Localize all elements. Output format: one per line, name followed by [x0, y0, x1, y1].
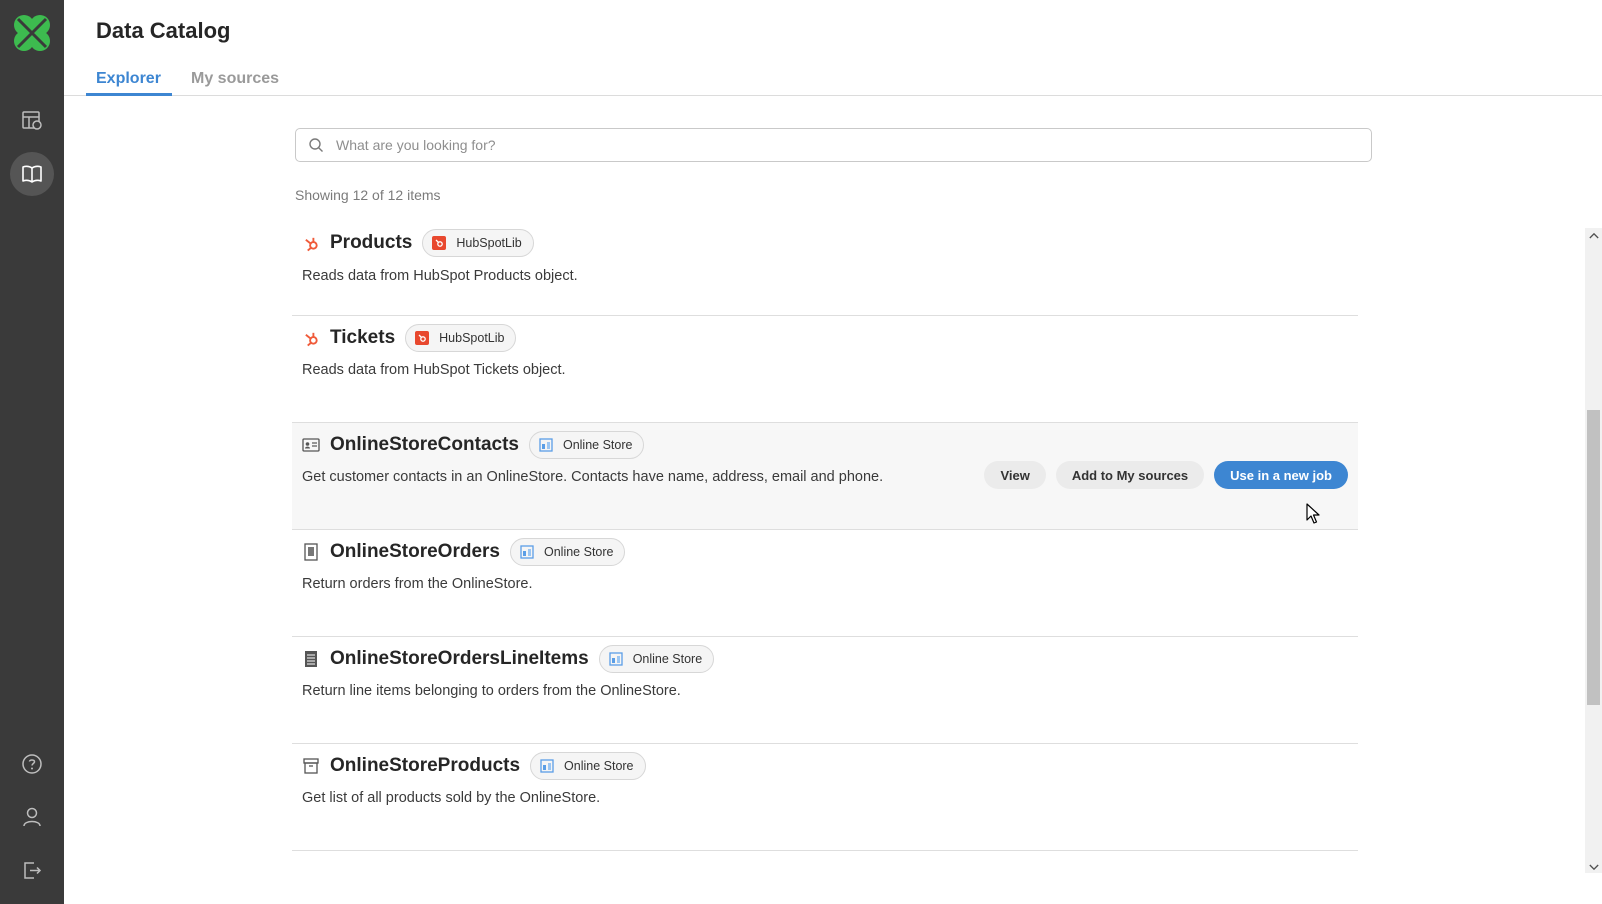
- view-button[interactable]: View: [984, 461, 1046, 489]
- help-icon: [22, 754, 42, 774]
- store-icon: [539, 438, 553, 452]
- box-icon: [302, 757, 320, 775]
- book-icon: [22, 165, 42, 183]
- list-item[interactable]: OnlineStoreProducts Online Store Get lis…: [292, 744, 1358, 851]
- chip-label: Online Store: [564, 759, 634, 773]
- list-item[interactable]: OnlineStoreOrders Online Store Return or…: [292, 530, 1358, 637]
- list-item[interactable]: Products HubSpotLib Reads data from HubS…: [292, 225, 1358, 316]
- item-description: Reads data from HubSpot Tickets object.: [302, 362, 566, 378]
- line-items-icon: [302, 650, 320, 668]
- chip-label: Online Store: [544, 545, 614, 559]
- tab-explorer[interactable]: Explorer: [96, 70, 161, 88]
- sidebar-item-help[interactable]: [10, 742, 54, 786]
- item-header: OnlineStoreContacts Online Store: [302, 430, 645, 460]
- item-actions: View Add to My sources Use in a new job: [984, 461, 1348, 489]
- scroll-down-icon[interactable]: [1587, 861, 1600, 873]
- active-tab-indicator: [86, 93, 172, 96]
- item-header: Tickets HubSpotLib: [302, 323, 517, 353]
- chip-label: HubSpotLib: [439, 331, 505, 345]
- page-title: Data Catalog: [96, 18, 231, 43]
- sidebar: [0, 0, 64, 904]
- item-header: Products HubSpotLib: [302, 228, 534, 258]
- item-name[interactable]: OnlineStoreProducts: [330, 755, 520, 777]
- page-header: Data Catalog Explorer My sources: [64, 0, 1602, 96]
- item-name[interactable]: OnlineStoreContacts: [330, 434, 519, 456]
- user-icon: [23, 807, 41, 827]
- source-chip[interactable]: Online Store: [510, 538, 626, 566]
- item-header: OnlineStoreOrdersLineItems Online Store: [302, 644, 715, 674]
- source-chip[interactable]: HubSpotLib: [422, 229, 534, 257]
- logout-icon: [24, 862, 42, 879]
- chip-label: Online Store: [562, 438, 633, 452]
- sidebar-item-data-catalog[interactable]: [10, 152, 54, 196]
- source-chip[interactable]: Online Store: [530, 752, 646, 780]
- contact-card-icon: [302, 436, 320, 454]
- item-description: Return orders from the OnlineStore.: [302, 576, 533, 592]
- app-window: Data Catalog Explorer My sources Showing…: [0, 0, 1602, 904]
- table-settings-icon: [22, 111, 42, 130]
- use-in-new-job-button[interactable]: Use in a new job: [1214, 461, 1348, 489]
- source-chip[interactable]: HubSpotLib: [405, 324, 517, 352]
- store-icon: [540, 759, 554, 773]
- hubspot-badge-icon: [415, 331, 430, 345]
- list-item[interactable]: OnlineStoreOrdersLineItems Online Store …: [292, 637, 1358, 744]
- list-item[interactable]: OnlineStoreContacts Online Store Get cus…: [292, 423, 1358, 530]
- item-description: Reads data from HubSpot Products object.: [302, 268, 578, 284]
- chip-label: HubSpotLib: [456, 236, 522, 250]
- tab-my-sources[interactable]: My sources: [191, 70, 279, 88]
- search-icon: [309, 138, 323, 152]
- item-name[interactable]: OnlineStoreOrdersLineItems: [330, 648, 589, 670]
- hubspot-badge-icon: [432, 236, 447, 250]
- results-count: Showing 12 of 12 items: [295, 187, 441, 203]
- sidebar-item-logout[interactable]: [10, 848, 54, 892]
- hubspot-icon: [302, 329, 320, 347]
- sidebar-item-user[interactable]: [10, 795, 54, 839]
- sidebar-item-jobs[interactable]: [10, 98, 54, 142]
- source-chip[interactable]: Online Store: [528, 431, 645, 459]
- item-header: OnlineStoreProducts Online Store: [302, 751, 646, 781]
- item-description: Return line items belonging to orders fr…: [302, 683, 681, 699]
- mouse-cursor-icon: [1306, 503, 1322, 525]
- item-description: Get list of all products sold by the Onl…: [302, 790, 601, 806]
- item-name[interactable]: OnlineStoreOrders: [330, 541, 500, 563]
- item-description: Get customer contacts in an OnlineStore.…: [302, 469, 884, 485]
- hubspot-icon: [302, 234, 320, 252]
- add-to-my-sources-button[interactable]: Add to My sources: [1055, 461, 1205, 489]
- item-name[interactable]: Products: [330, 232, 412, 254]
- search-box[interactable]: [295, 128, 1372, 162]
- clover-logo-icon[interactable]: [10, 11, 54, 55]
- store-icon: [520, 545, 534, 559]
- receipt-icon: [302, 543, 320, 561]
- scroll-up-icon[interactable]: [1587, 229, 1600, 241]
- list-item[interactable]: Tickets HubSpotLib Reads data from HubSp…: [292, 316, 1358, 423]
- catalog-list: Products HubSpotLib Reads data from HubS…: [292, 225, 1358, 851]
- search-input[interactable]: [336, 137, 1371, 153]
- item-header: OnlineStoreOrders Online Store: [302, 537, 626, 567]
- item-name[interactable]: Tickets: [330, 327, 395, 349]
- source-chip[interactable]: Online Store: [598, 645, 715, 673]
- scrollbar-thumb[interactable]: [1587, 410, 1600, 705]
- chip-label: Online Store: [632, 652, 703, 666]
- store-icon: [609, 652, 623, 666]
